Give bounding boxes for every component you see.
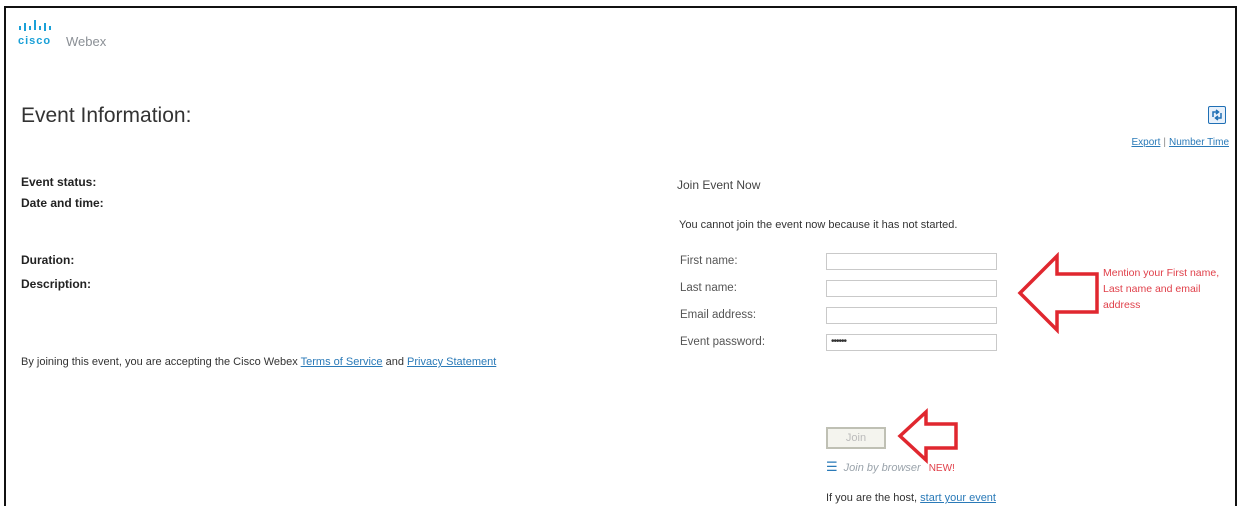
terms-notice: By joining this event, you are accepting… bbox=[21, 356, 541, 369]
last-name-input[interactable] bbox=[826, 280, 997, 297]
terms-of-service-link[interactable]: Terms of Service bbox=[301, 356, 383, 368]
first-name-input[interactable] bbox=[826, 253, 997, 270]
email-input[interactable] bbox=[826, 307, 997, 324]
description-label: Description: bbox=[21, 277, 92, 291]
event-status-label: Event status: bbox=[21, 175, 97, 189]
event-password-value: •••••• bbox=[831, 336, 847, 347]
join-button[interactable]: Join bbox=[826, 427, 886, 449]
email-label: Email address: bbox=[680, 309, 757, 321]
left-arrow-annotation-icon bbox=[1017, 252, 1099, 334]
export-link[interactable]: Export bbox=[1131, 137, 1160, 148]
number-time-link[interactable]: Number Time bbox=[1169, 137, 1229, 148]
link-separator: | bbox=[1163, 137, 1166, 148]
last-name-label: Last name: bbox=[680, 282, 737, 294]
cisco-wordmark: cisco bbox=[18, 35, 52, 47]
top-links: Export | Number Time bbox=[1131, 137, 1229, 148]
join-arrow-annotation-icon bbox=[897, 408, 958, 464]
date-time-label: Date and time: bbox=[21, 196, 104, 210]
start-event-link[interactable]: start your event bbox=[920, 492, 996, 504]
event-password-input[interactable] bbox=[826, 334, 997, 351]
cisco-webex-logo: cisco Webex bbox=[18, 20, 106, 49]
cisco-bridge-icon bbox=[19, 20, 51, 31]
browser-icon: ☰ bbox=[826, 459, 838, 474]
annotation-note: Mention your First name, Last name and e… bbox=[1103, 267, 1220, 311]
page-title: Event Information: bbox=[21, 104, 192, 127]
webex-wordmark: Webex bbox=[66, 34, 107, 49]
duration-label: Duration: bbox=[21, 253, 75, 267]
host-text: If you are the host, bbox=[826, 492, 921, 504]
privacy-statement-link[interactable]: Privacy Statement bbox=[407, 356, 496, 368]
export-icon bbox=[1212, 109, 1222, 121]
terms-and: and bbox=[382, 356, 408, 368]
terms-prefix: By joining this event, you are accepting… bbox=[21, 356, 301, 368]
first-name-label: First name: bbox=[680, 255, 738, 267]
join-heading: Join Event Now bbox=[677, 178, 761, 192]
not-started-message: You cannot join the event now because it… bbox=[679, 219, 958, 231]
host-notice: If you are the host, start your event bbox=[826, 492, 996, 504]
new-badge: NEW! bbox=[928, 463, 955, 474]
export-button[interactable] bbox=[1208, 106, 1226, 124]
event-password-label: Event password: bbox=[680, 336, 766, 348]
